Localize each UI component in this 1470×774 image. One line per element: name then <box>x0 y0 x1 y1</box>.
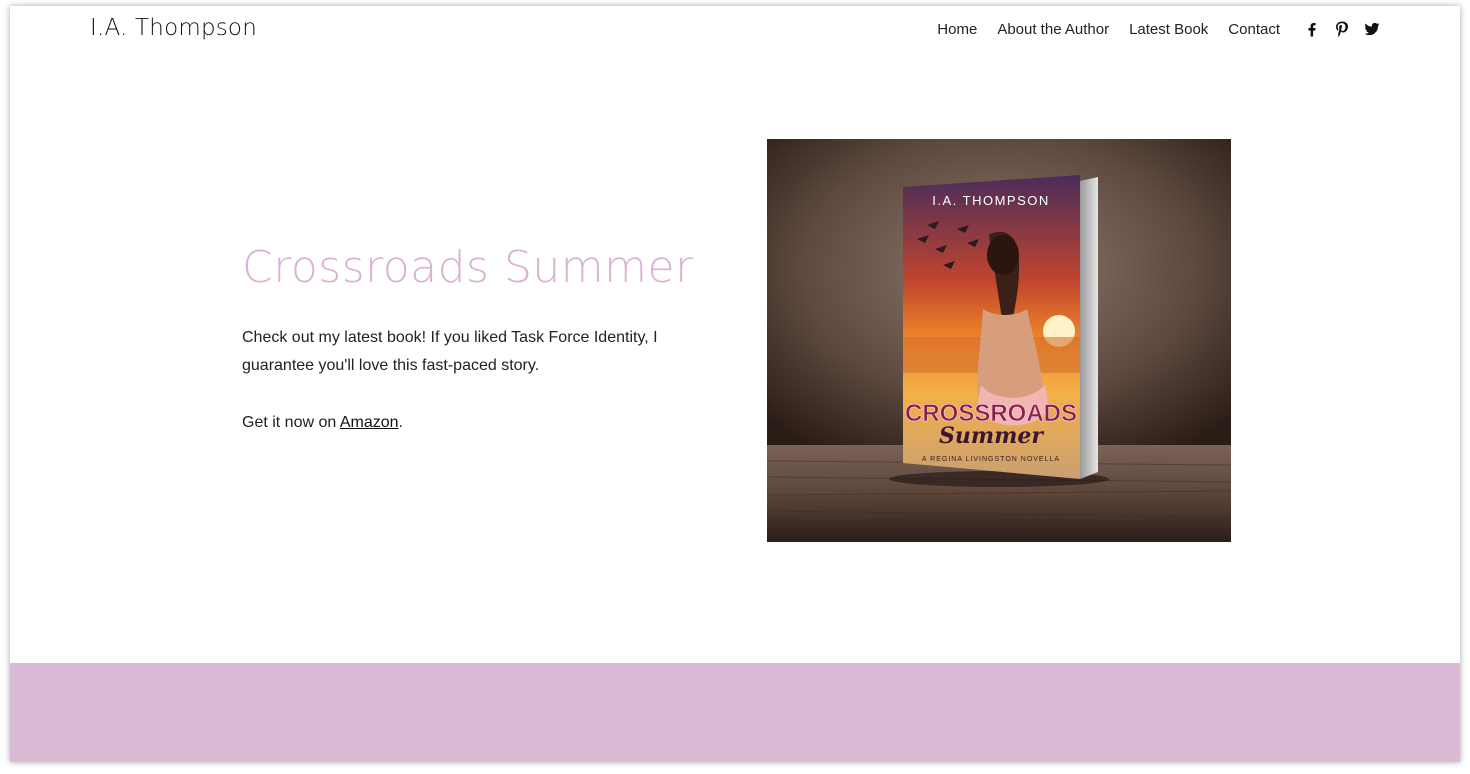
cover-title-line2: Summer <box>939 423 1044 449</box>
social-bar <box>1303 20 1381 38</box>
buy-prompt-suffix: . <box>398 414 403 431</box>
nav-latest-book[interactable]: Latest Book <box>1129 21 1208 38</box>
book-title-heading: Crossroads Summer <box>242 242 694 293</box>
nav-home[interactable]: Home <box>937 21 977 38</box>
nav-contact[interactable]: Contact <box>1228 21 1280 38</box>
cover-author-text: I.A. THOMPSON <box>932 193 1050 208</box>
pinterest-icon[interactable] <box>1333 20 1351 38</box>
amazon-link[interactable]: Amazon <box>340 414 399 431</box>
browser-window: I.A. Thompson Home About the Author Late… <box>10 6 1460 762</box>
facebook-icon[interactable] <box>1303 20 1321 38</box>
book-cover-image[interactable]: I.A. THOMPSON CROSSROADS Summer A REGINA… <box>767 139 1231 542</box>
main-nav: Home About the Author Latest Book Contac… <box>937 21 1280 38</box>
twitter-icon[interactable] <box>1363 20 1381 38</box>
nav-about-the-author[interactable]: About the Author <box>997 21 1109 38</box>
site-title[interactable]: I.A. Thompson <box>90 15 257 41</box>
footer-band <box>10 663 1460 762</box>
site-header: I.A. Thompson Home About the Author Late… <box>10 6 1460 56</box>
book-pages <box>1080 177 1098 479</box>
buy-prompt-prefix: Get it now on <box>242 414 340 431</box>
book-description: Check out my latest book! If you liked T… <box>242 329 658 374</box>
cover-subtitle-text: A REGINA LIVINGSTON NOVELLA <box>922 456 1060 463</box>
buy-prompt: Get it now on Amazon. <box>242 409 403 437</box>
